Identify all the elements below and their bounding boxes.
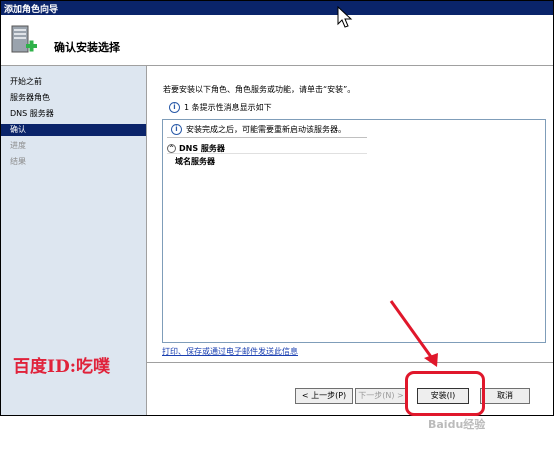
selection-details-box[interactable]: i 安装完成之后，可能需要重新启动该服务器。 ^ DNS 服务器 域名服务器 bbox=[162, 119, 546, 343]
sidebar-item-dns-server[interactable]: DNS 服务器 bbox=[1, 108, 146, 120]
dns-role-title: DNS 服务器 bbox=[179, 144, 225, 153]
collapse-icon[interactable]: ^ bbox=[167, 144, 176, 153]
print-save-email-link[interactable]: 打印、保存或通过电子邮件发送此信息 bbox=[162, 346, 298, 357]
install-button-highlight bbox=[405, 371, 485, 416]
role-service-item: 域名服务器 bbox=[175, 157, 215, 166]
watermark-text: 百度ID:吃噗 bbox=[13, 357, 110, 377]
info-summary: i 1 条提示性消息显示如下 bbox=[169, 102, 272, 113]
baidu-logo: Baidu经验 bbox=[428, 418, 486, 431]
server-add-icon bbox=[11, 25, 37, 53]
sidebar-item-confirmation[interactable]: 确认 bbox=[1, 124, 146, 136]
restart-note-text: 安装完成之后，可能需要重新启动该服务器。 bbox=[186, 125, 346, 134]
main-content: 若要安装以下角色、角色服务或功能，请单击“安装”。 i1 条提示性消息显示如下 … bbox=[147, 66, 553, 415]
previous-button[interactable]: < 上一步(P) bbox=[295, 388, 353, 404]
info-summary-text: 1 条提示性消息显示如下 bbox=[184, 103, 272, 112]
sidebar-item-results: 结果 bbox=[10, 157, 26, 166]
instruction-text: 若要安装以下角色、角色服务或功能，请单击“安装”。 bbox=[163, 85, 356, 94]
cancel-button[interactable]: 取消 bbox=[480, 388, 530, 404]
mouse-cursor-icon bbox=[337, 6, 353, 28]
footer-divider bbox=[147, 362, 553, 363]
page-title: 确认安装选择 bbox=[54, 41, 120, 54]
divider bbox=[167, 153, 367, 154]
window-title: 添加角色向导 bbox=[4, 5, 59, 15]
divider bbox=[167, 137, 367, 138]
sidebar-item-before-you-begin[interactable]: 开始之前 bbox=[1, 76, 146, 88]
sidebar-item-progress: 进度 bbox=[10, 141, 26, 150]
next-button: 下一步(N) > bbox=[355, 388, 407, 404]
annotation-arrow-icon bbox=[389, 300, 438, 367]
title-bar[interactable]: 添加角色向导 bbox=[1, 1, 553, 15]
info-icon: i bbox=[169, 102, 180, 113]
info-icon: i bbox=[171, 124, 182, 135]
restart-note: i 安装完成之后，可能需要重新启动该服务器。 bbox=[171, 124, 346, 135]
wizard-header: 确认安装选择 bbox=[1, 15, 553, 66]
sidebar-item-server-roles[interactable]: 服务器角色 bbox=[1, 92, 146, 104]
